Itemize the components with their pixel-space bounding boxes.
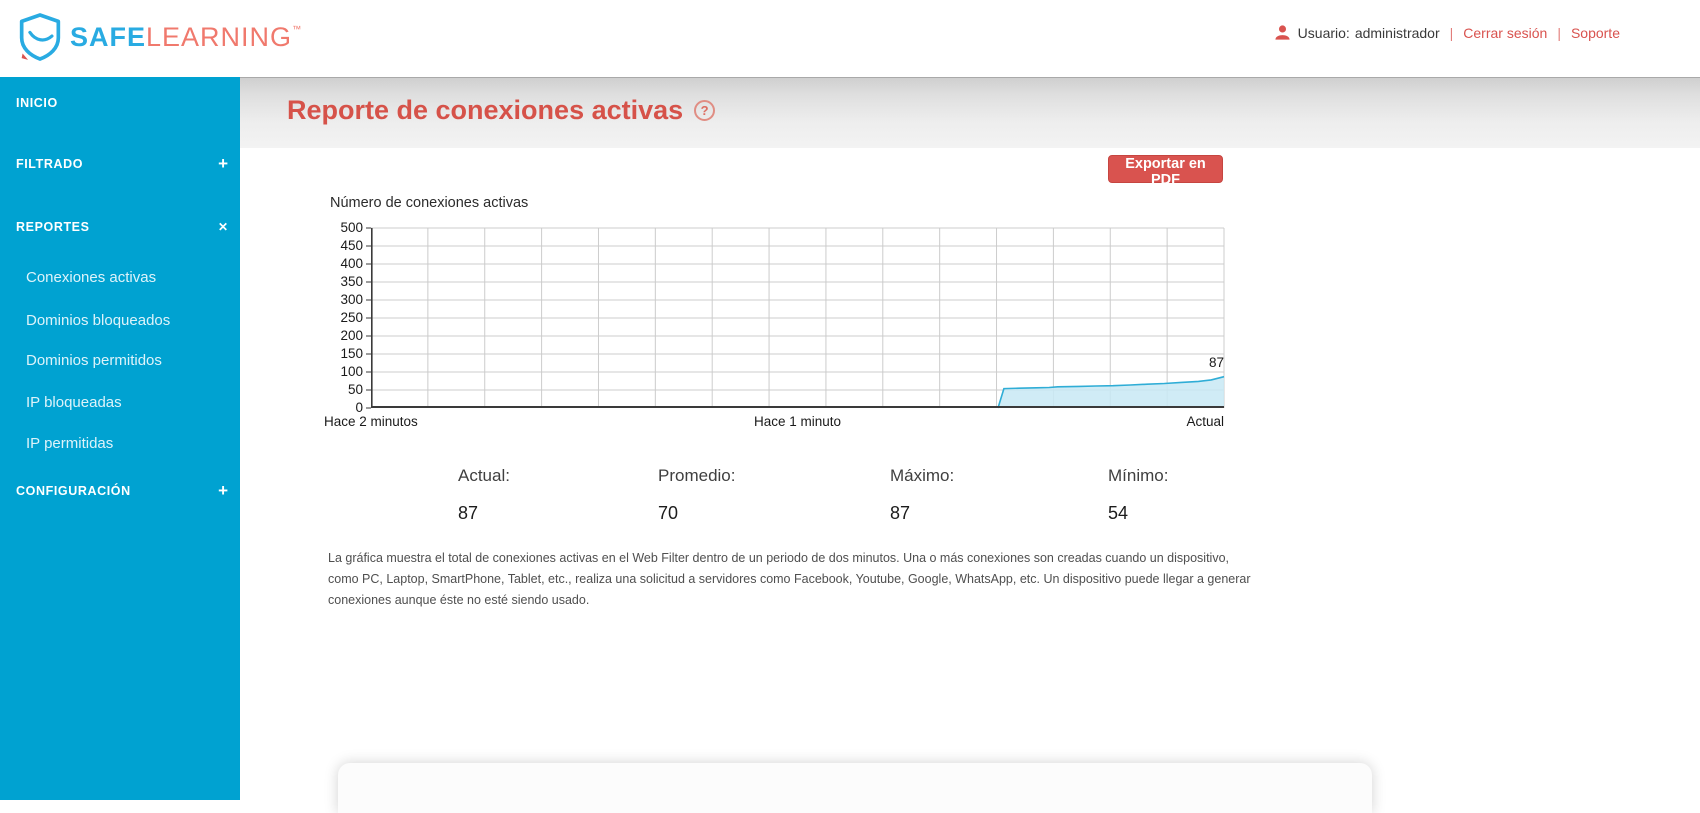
- header-divider: |: [1557, 25, 1561, 41]
- sidebar-item-dominios-bloqueados[interactable]: Dominios bloqueados: [0, 309, 240, 331]
- y-tick-label: 300: [321, 292, 363, 307]
- y-tick-label: 450: [321, 238, 363, 253]
- expand-icon: +: [218, 154, 228, 174]
- sidebar-item-reportes[interactable]: REPORTES ✕: [0, 216, 240, 238]
- stat-maximo: Máximo: 87: [890, 466, 954, 524]
- top-header: SAFELEARNING™ Usuario: administrador | C…: [0, 0, 1700, 77]
- x-axis-label: Actual: [1024, 414, 1224, 429]
- stat-label: Mínimo:: [1108, 466, 1168, 486]
- page-title: Reporte de conexiones activas ?: [287, 95, 715, 126]
- stat-value: 87: [458, 503, 510, 524]
- chart-title: Número de conexiones activas: [330, 195, 528, 211]
- sidebar-subitem-label: Dominios bloqueados: [26, 312, 170, 329]
- stat-promedio: Promedio: 70: [658, 466, 735, 524]
- y-axis-labels: 500450400350300250200150100500: [321, 148, 363, 448]
- shield-icon: [18, 13, 62, 61]
- brand-name-learning: LEARNING: [146, 22, 292, 52]
- sidebar-item-label: REPORTES: [16, 220, 90, 234]
- sidebar-subitem-label: Conexiones activas: [26, 269, 156, 286]
- stat-value: 54: [1108, 503, 1168, 524]
- y-tick-label: 50: [321, 382, 363, 397]
- sidebar-item-label: INICIO: [16, 96, 58, 110]
- description-line: La gráfica muestra el total de conexione…: [328, 548, 1251, 569]
- trademark-symbol: ™: [292, 24, 302, 34]
- stat-label: Máximo:: [890, 466, 954, 486]
- sidebar-item-label: CONFIGURACIÓN: [16, 484, 131, 498]
- stat-value: 87: [890, 503, 954, 524]
- app-window: SAFELEARNING™ Usuario: administrador | C…: [0, 0, 1700, 800]
- expand-icon: +: [218, 481, 228, 501]
- stat-minimo: Mínimo: 54: [1108, 466, 1168, 524]
- user-icon: [1274, 24, 1291, 41]
- y-tick-label: 100: [321, 364, 363, 379]
- sidebar-subitem-label: IP bloqueadas: [26, 394, 122, 411]
- sidebar-item-inicio[interactable]: INICIO: [0, 92, 240, 114]
- support-link[interactable]: Soporte: [1571, 25, 1620, 41]
- page-title-bar: Reporte de conexiones activas ?: [240, 77, 1700, 148]
- description-line: conexiones aunque éste no esté siendo us…: [328, 590, 1251, 611]
- sidebar-item-dominios-permitidos[interactable]: Dominios permitidos: [0, 349, 240, 371]
- main-content: Exportar en PDF Número de conexiones act…: [240, 148, 1700, 800]
- user-label: Usuario:: [1298, 25, 1350, 41]
- y-tick-label: 150: [321, 346, 363, 361]
- y-tick-label: 350: [321, 274, 363, 289]
- sidebar-item-conexiones-activas[interactable]: Conexiones activas: [0, 266, 240, 288]
- description-line: como PC, Laptop, SmartPhone, Tablet, etc…: [328, 569, 1251, 590]
- chart-description: La gráfica muestra el total de conexione…: [328, 548, 1251, 611]
- sidebar-subitem-label: Dominios permitidos: [26, 352, 162, 369]
- stat-value: 70: [658, 503, 735, 524]
- y-tick-label: 200: [321, 328, 363, 343]
- y-tick-label: 0: [321, 400, 363, 415]
- page-title-text: Reporte de conexiones activas: [287, 95, 683, 126]
- sidebar-subitem-label: IP permitidas: [26, 435, 113, 452]
- sidebar-item-filtrado[interactable]: FILTRADO +: [0, 153, 240, 175]
- stat-label: Actual:: [458, 466, 510, 486]
- next-section-card: [338, 763, 1372, 813]
- user-name: administrador: [1355, 25, 1440, 41]
- brand-logo: SAFELEARNING™: [18, 13, 302, 61]
- sidebar-item-ip-permitidas[interactable]: IP permitidas: [0, 432, 240, 454]
- header-divider: |: [1450, 25, 1454, 41]
- y-tick-label: 400: [321, 256, 363, 271]
- sidebar-nav: INICIO FILTRADO + REPORTES ✕ Conexiones …: [0, 77, 240, 800]
- help-icon[interactable]: ?: [694, 100, 715, 121]
- sidebar-item-ip-bloqueadas[interactable]: IP bloqueadas: [0, 391, 240, 413]
- y-tick-label: 500: [321, 220, 363, 235]
- x-axis-label: Hace 1 minuto: [698, 414, 898, 429]
- stat-actual: Actual: 87: [458, 466, 510, 524]
- sidebar-item-label: FILTRADO: [16, 157, 83, 171]
- x-axis-label: Hace 2 minutos: [324, 414, 544, 429]
- user-area: Usuario: administrador | Cerrar sesión |…: [1274, 24, 1620, 41]
- sidebar-item-configuracion[interactable]: CONFIGURACIÓN +: [0, 480, 240, 502]
- collapse-icon: ✕: [218, 220, 228, 234]
- y-tick-label: 250: [321, 310, 363, 325]
- brand-name: SAFELEARNING™: [70, 22, 302, 53]
- export-pdf-button[interactable]: Exportar en PDF: [1108, 155, 1223, 183]
- brand-name-safe: SAFE: [70, 22, 146, 52]
- stat-label: Promedio:: [658, 466, 735, 486]
- logout-link[interactable]: Cerrar sesión: [1463, 25, 1547, 41]
- connections-area-chart: [371, 228, 1224, 408]
